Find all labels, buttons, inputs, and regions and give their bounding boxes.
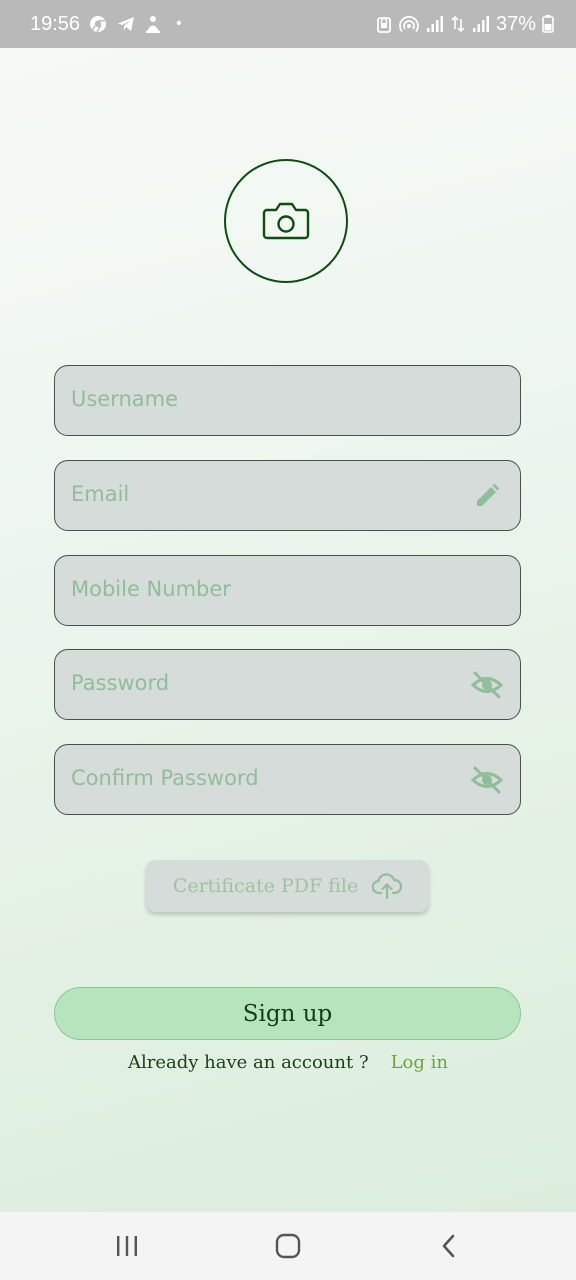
data-transfer-icon xyxy=(450,14,466,34)
camera-icon xyxy=(261,200,311,242)
password-field xyxy=(54,649,521,720)
login-prompt-text: Already have an account ? xyxy=(128,1052,369,1073)
mobile-field xyxy=(54,555,521,626)
pencil-icon xyxy=(470,479,504,513)
status-dot: • xyxy=(176,15,182,32)
signal-icon xyxy=(426,14,444,34)
status-right: 37% xyxy=(376,0,554,48)
eye-off-icon[interactable] xyxy=(470,668,504,702)
signup-button[interactable]: Sign up xyxy=(54,987,521,1040)
email-field xyxy=(54,460,521,531)
battery-percent: 37% xyxy=(495,12,536,35)
profile-photo-picker[interactable] xyxy=(224,159,348,283)
signup-label: Sign up xyxy=(242,1000,333,1027)
signup-screen: Certificate PDF file Sign up Already hav… xyxy=(0,48,576,1212)
lock-badge-icon xyxy=(376,14,392,34)
email-input[interactable] xyxy=(71,461,461,527)
password-input[interactable] xyxy=(71,650,461,716)
status-time: 19:56 xyxy=(30,12,81,35)
hotspot-icon xyxy=(398,14,420,34)
system-nav-bar xyxy=(0,1212,576,1280)
mobile-input[interactable] xyxy=(71,556,461,622)
status-bar: 19:56 • 37% xyxy=(0,0,576,48)
recent-apps-button[interactable] xyxy=(109,1229,145,1263)
login-link[interactable]: Log in xyxy=(391,1052,448,1073)
battery-icon xyxy=(542,14,554,34)
home-icon xyxy=(275,1233,301,1259)
chrome-icon xyxy=(88,14,108,34)
confirm-password-field xyxy=(54,744,521,815)
username-field xyxy=(54,365,521,436)
status-left: 19:56 • xyxy=(30,0,182,48)
telegram-icon xyxy=(116,14,136,34)
cloud-upload-icon xyxy=(372,873,403,899)
eye-off-icon[interactable] xyxy=(470,763,504,797)
confirm-password-input[interactable] xyxy=(71,745,461,811)
upload-label: Certificate PDF file xyxy=(172,875,359,897)
app-notification-icon xyxy=(144,14,162,34)
login-prompt-row: Already have an account ? Log in xyxy=(0,1052,576,1073)
back-icon xyxy=(439,1233,459,1259)
username-input[interactable] xyxy=(71,366,461,432)
back-button[interactable] xyxy=(431,1229,467,1263)
home-button[interactable] xyxy=(270,1229,306,1263)
signal-icon xyxy=(472,14,490,34)
certificate-upload-button[interactable]: Certificate PDF file xyxy=(146,860,429,912)
recent-apps-icon xyxy=(115,1235,139,1257)
